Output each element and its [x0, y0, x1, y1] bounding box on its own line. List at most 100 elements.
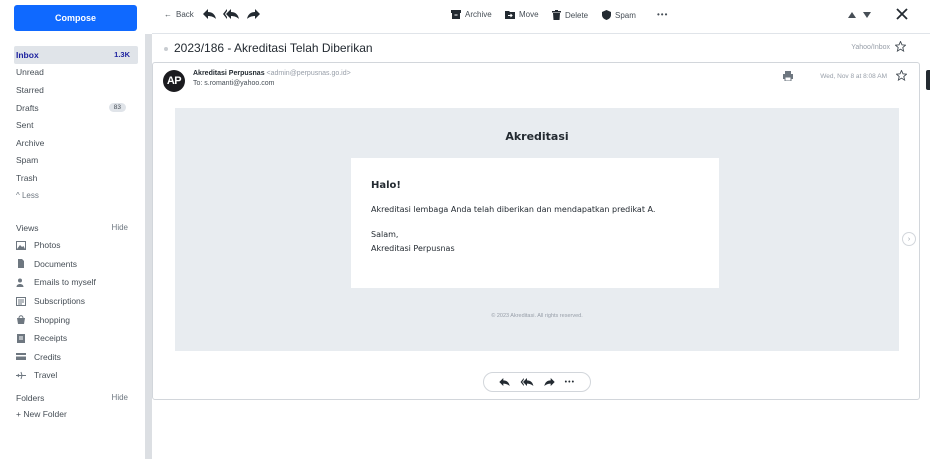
- folder-nav: Inbox 1.3K Unread Starred Drafts 83 Sent…: [14, 46, 138, 204]
- back-button[interactable]: ← Back: [164, 10, 194, 19]
- view-item-subscriptions[interactable]: Subscriptions: [16, 292, 136, 311]
- sidebar-item-archive[interactable]: Archive: [14, 134, 138, 152]
- shopping-icon: [17, 315, 25, 325]
- sidebar-item-label: ^ Less: [16, 191, 39, 201]
- view-item-label: Travel: [34, 370, 58, 381]
- view-item-documents[interactable]: Documents: [16, 255, 136, 274]
- credit-card-icon: [16, 353, 26, 361]
- message-subject: 2023/186 - Akreditasi Telah Diberikan: [174, 41, 373, 55]
- folder-move-icon: [505, 11, 515, 19]
- email-greeting: Halo!: [371, 180, 401, 191]
- view-item-label: Documents: [34, 258, 77, 269]
- receipt-icon: [17, 333, 25, 343]
- views-list: Photos Documents Emails to myself Subscr…: [16, 236, 136, 385]
- star-icon[interactable]: [896, 70, 907, 81]
- sidebar-item-spam[interactable]: Spam: [14, 152, 138, 170]
- view-item-credits[interactable]: Credits: [16, 348, 136, 367]
- unread-dot-icon: [164, 47, 168, 51]
- email-paragraph: Akreditasi lembaga Anda telah diberikan …: [371, 205, 656, 214]
- reply-all-icon[interactable]: [520, 378, 534, 386]
- delete-button[interactable]: Delete: [552, 10, 588, 20]
- trash-icon: [552, 10, 561, 20]
- sidebar-scrollbar[interactable]: [145, 34, 152, 459]
- chevron-right-icon: ›: [907, 235, 911, 243]
- spam-button[interactable]: Spam: [602, 10, 636, 20]
- forward-icon[interactable]: [247, 9, 260, 19]
- message-card: AP Akreditasi Perpusnas <admin@perpusnas…: [152, 62, 920, 400]
- message-toolbar: ← Back Archive Move Delete Spam •••: [152, 0, 930, 34]
- move-button[interactable]: Move: [505, 10, 539, 19]
- sidebar-item-inbox[interactable]: Inbox 1.3K: [14, 46, 138, 64]
- back-label: Back: [176, 10, 194, 19]
- print-icon[interactable]: [783, 71, 793, 81]
- sidebar-item-label: Archive: [16, 137, 45, 148]
- new-folder-button[interactable]: + New Folder: [16, 409, 67, 419]
- view-item-emails-to-myself[interactable]: Emails to myself: [16, 273, 136, 292]
- spam-label: Spam: [615, 10, 636, 20]
- plane-icon: [16, 371, 26, 380]
- view-item-label: Emails to myself: [34, 277, 96, 288]
- compose-button[interactable]: Compose: [14, 5, 137, 31]
- view-item-label: Shopping: [34, 314, 70, 325]
- sender-line[interactable]: Akreditasi Perpusnas <admin@perpusnas.go…: [193, 70, 351, 77]
- close-icon[interactable]: [896, 8, 908, 20]
- archive-label: Archive: [465, 10, 492, 19]
- folders-label: Folders: [16, 393, 45, 403]
- sender-email: <admin@perpusnas.go.id>: [266, 70, 351, 77]
- quick-actions: •••: [483, 372, 591, 392]
- archive-button[interactable]: Archive: [451, 10, 492, 19]
- arrow-left-icon: ←: [164, 10, 172, 19]
- folder-path[interactable]: Yahoo/Inbox: [851, 44, 890, 51]
- views-hide-link[interactable]: Hide: [112, 223, 128, 233]
- move-label: Move: [519, 10, 539, 19]
- sender-name: Akreditasi Perpusnas: [193, 70, 265, 77]
- side-panel-handle[interactable]: [926, 70, 930, 90]
- reply-all-icon[interactable]: [223, 9, 239, 19]
- sidebar-less-toggle[interactable]: ^ Less: [14, 187, 138, 205]
- sidebar-item-unread[interactable]: Unread: [14, 64, 138, 82]
- email-footer: © 2023 Akreditasi. All rights reserved.: [491, 313, 583, 319]
- forward-icon[interactable]: [544, 378, 555, 386]
- sidebar-item-label: Starred: [16, 84, 44, 95]
- email-content-box: Halo! Akreditasi lembaga Anda telah dibe…: [351, 158, 719, 288]
- drafts-count-badge: 83: [108, 103, 126, 113]
- sidebar-item-starred[interactable]: Starred: [14, 81, 138, 99]
- recipient-line: To: s.romanti@yahoo.com: [193, 80, 275, 87]
- folders-header: Folders Hide: [16, 393, 128, 403]
- view-item-label: Receipts: [34, 333, 68, 344]
- message-date: Wed, Nov 8 at 8:08 AM: [820, 73, 887, 80]
- folders-hide-link[interactable]: Hide: [112, 393, 128, 403]
- view-item-receipts[interactable]: Receipts: [16, 329, 136, 348]
- email-signature: Akreditasi Perpusnas: [371, 244, 455, 253]
- photo-icon: [16, 240, 26, 250]
- sidebar-item-trash[interactable]: Trash: [14, 169, 138, 187]
- view-item-label: Credits: [34, 351, 61, 362]
- next-message-icon[interactable]: [863, 12, 871, 18]
- document-icon: [18, 259, 24, 269]
- avatar: AP: [163, 70, 185, 92]
- reply-icon[interactable]: [203, 9, 216, 19]
- more-actions-button[interactable]: •••: [565, 379, 575, 386]
- sidebar-item-sent[interactable]: Sent: [14, 116, 138, 134]
- previous-message-icon[interactable]: [848, 12, 856, 18]
- sidebar-item-label: Unread: [16, 67, 44, 78]
- star-icon[interactable]: [895, 41, 906, 52]
- sidebar-item-label: Inbox: [16, 49, 39, 60]
- sidebar-item-label: Sent: [16, 120, 34, 131]
- next-message-arrow[interactable]: ›: [902, 232, 916, 246]
- unread-count: 1.3K: [114, 50, 130, 60]
- view-item-travel[interactable]: Travel: [16, 366, 136, 385]
- reply-icon[interactable]: [499, 378, 510, 386]
- views-header: Views Hide: [16, 223, 128, 233]
- views-label: Views: [16, 223, 39, 233]
- sidebar-item-label: Drafts: [16, 102, 39, 113]
- view-item-label: Subscriptions: [34, 296, 86, 307]
- shield-icon: [602, 10, 611, 20]
- sidebar: Compose Inbox 1.3K Unread Starred Drafts…: [0, 0, 148, 459]
- more-actions-button[interactable]: •••: [657, 10, 668, 19]
- email-title: Akreditasi: [505, 130, 569, 143]
- view-item-shopping[interactable]: Shopping: [16, 310, 136, 329]
- subscriptions-icon: [16, 296, 26, 306]
- sidebar-item-drafts[interactable]: Drafts 83: [14, 99, 138, 117]
- view-item-photos[interactable]: Photos: [16, 236, 136, 255]
